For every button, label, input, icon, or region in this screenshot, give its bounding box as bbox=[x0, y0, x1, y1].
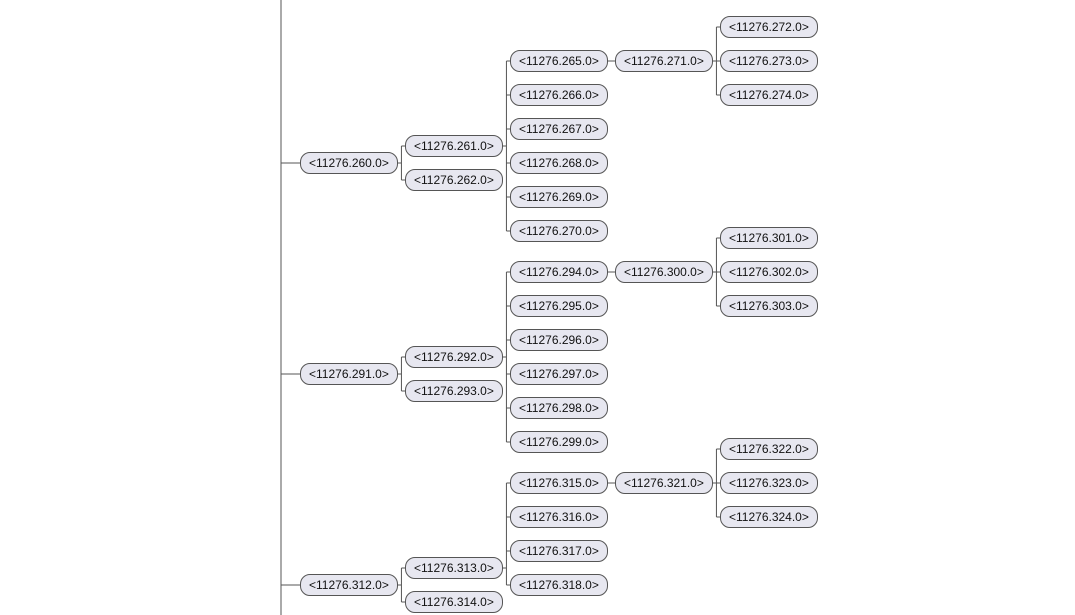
tree-node-label: <11276.322.0> bbox=[729, 442, 809, 456]
tree-node-301[interactable]: <11276.301.0> bbox=[720, 227, 818, 249]
tree-node-label: <11276.265.0> bbox=[519, 54, 599, 68]
tree-node-label: <11276.294.0> bbox=[519, 265, 599, 279]
tree-node-label: <11276.321.0> bbox=[624, 476, 704, 490]
tree-node-label: <11276.266.0> bbox=[519, 88, 599, 102]
tree-node-label: <11276.316.0> bbox=[519, 510, 599, 524]
tree-node-266[interactable]: <11276.266.0> bbox=[510, 84, 608, 106]
tree-node-label: <11276.271.0> bbox=[624, 54, 704, 68]
tree-node-262[interactable]: <11276.262.0> bbox=[405, 169, 503, 191]
tree-node-315[interactable]: <11276.315.0> bbox=[510, 472, 608, 494]
tree-node-316[interactable]: <11276.316.0> bbox=[510, 506, 608, 528]
tree-node-label: <11276.314.0> bbox=[414, 595, 494, 609]
tree-node-label: <11276.313.0> bbox=[414, 561, 494, 575]
tree-node-label: <11276.267.0> bbox=[519, 122, 599, 136]
tree-node-292[interactable]: <11276.292.0> bbox=[405, 346, 503, 368]
tree-node-298[interactable]: <11276.298.0> bbox=[510, 397, 608, 419]
tree-node-268[interactable]: <11276.268.0> bbox=[510, 152, 608, 174]
tree-node-302[interactable]: <11276.302.0> bbox=[720, 261, 818, 283]
tree-node-label: <11276.297.0> bbox=[519, 367, 599, 381]
tree-node-265[interactable]: <11276.265.0> bbox=[510, 50, 608, 72]
tree-node-label: <11276.270.0> bbox=[519, 224, 599, 238]
tree-node-273[interactable]: <11276.273.0> bbox=[720, 50, 818, 72]
tree-node-297[interactable]: <11276.297.0> bbox=[510, 363, 608, 385]
tree-node-label: <11276.273.0> bbox=[729, 54, 809, 68]
tree-node-label: <11276.315.0> bbox=[519, 476, 599, 490]
tree-node-261[interactable]: <11276.261.0> bbox=[405, 135, 503, 157]
tree-node-295[interactable]: <11276.295.0> bbox=[510, 295, 608, 317]
tree-node-label: <11276.300.0> bbox=[624, 265, 704, 279]
tree-node-label: <11276.268.0> bbox=[519, 156, 599, 170]
tree-node-label: <11276.261.0> bbox=[414, 139, 494, 153]
tree-node-label: <11276.301.0> bbox=[729, 231, 809, 245]
tree-node-321[interactable]: <11276.321.0> bbox=[615, 472, 713, 494]
tree-node-267[interactable]: <11276.267.0> bbox=[510, 118, 608, 140]
tree-node-270[interactable]: <11276.270.0> bbox=[510, 220, 608, 242]
tree-node-label: <11276.298.0> bbox=[519, 401, 599, 415]
tree-node-label: <11276.312.0> bbox=[309, 578, 389, 592]
tree-node-272[interactable]: <11276.272.0> bbox=[720, 16, 818, 38]
tree-node-296[interactable]: <11276.296.0> bbox=[510, 329, 608, 351]
tree-node-314[interactable]: <11276.314.0> bbox=[405, 591, 503, 613]
tree-node-label: <11276.260.0> bbox=[309, 156, 389, 170]
tree-node-324[interactable]: <11276.324.0> bbox=[720, 506, 818, 528]
tree-node-300[interactable]: <11276.300.0> bbox=[615, 261, 713, 283]
tree-node-label: <11276.291.0> bbox=[309, 367, 389, 381]
tree-node-label: <11276.274.0> bbox=[729, 88, 809, 102]
tree-node-269[interactable]: <11276.269.0> bbox=[510, 186, 608, 208]
tree-node-label: <11276.293.0> bbox=[414, 384, 494, 398]
tree-node-260[interactable]: <11276.260.0> bbox=[300, 152, 398, 174]
tree-node-label: <11276.302.0> bbox=[729, 265, 809, 279]
tree-node-label: <11276.317.0> bbox=[519, 544, 599, 558]
tree-node-label: <11276.323.0> bbox=[729, 476, 809, 490]
tree-node-label: <11276.296.0> bbox=[519, 333, 599, 347]
tree-node-label: <11276.292.0> bbox=[414, 350, 494, 364]
tree-node-299[interactable]: <11276.299.0> bbox=[510, 431, 608, 453]
tree-node-label: <11276.295.0> bbox=[519, 299, 599, 313]
tree-node-label: <11276.324.0> bbox=[729, 510, 809, 524]
tree-node-label: <11276.318.0> bbox=[519, 578, 599, 592]
tree-node-313[interactable]: <11276.313.0> bbox=[405, 557, 503, 579]
tree-node-317[interactable]: <11276.317.0> bbox=[510, 540, 608, 562]
tree-node-293[interactable]: <11276.293.0> bbox=[405, 380, 503, 402]
tree-node-303[interactable]: <11276.303.0> bbox=[720, 295, 818, 317]
tree-node-label: <11276.262.0> bbox=[414, 173, 494, 187]
tree-node-label: <11276.272.0> bbox=[729, 20, 809, 34]
tree-node-274[interactable]: <11276.274.0> bbox=[720, 84, 818, 106]
tree-node-291[interactable]: <11276.291.0> bbox=[300, 363, 398, 385]
tree-node-323[interactable]: <11276.323.0> bbox=[720, 472, 818, 494]
tree-node-label: <11276.299.0> bbox=[519, 435, 599, 449]
tree-node-312[interactable]: <11276.312.0> bbox=[300, 574, 398, 596]
tree-node-label: <11276.303.0> bbox=[729, 299, 809, 313]
tree-node-271[interactable]: <11276.271.0> bbox=[615, 50, 713, 72]
tree-node-318[interactable]: <11276.318.0> bbox=[510, 574, 608, 596]
tree-node-label: <11276.269.0> bbox=[519, 190, 599, 204]
tree-node-322[interactable]: <11276.322.0> bbox=[720, 438, 818, 460]
tree-node-294[interactable]: <11276.294.0> bbox=[510, 261, 608, 283]
